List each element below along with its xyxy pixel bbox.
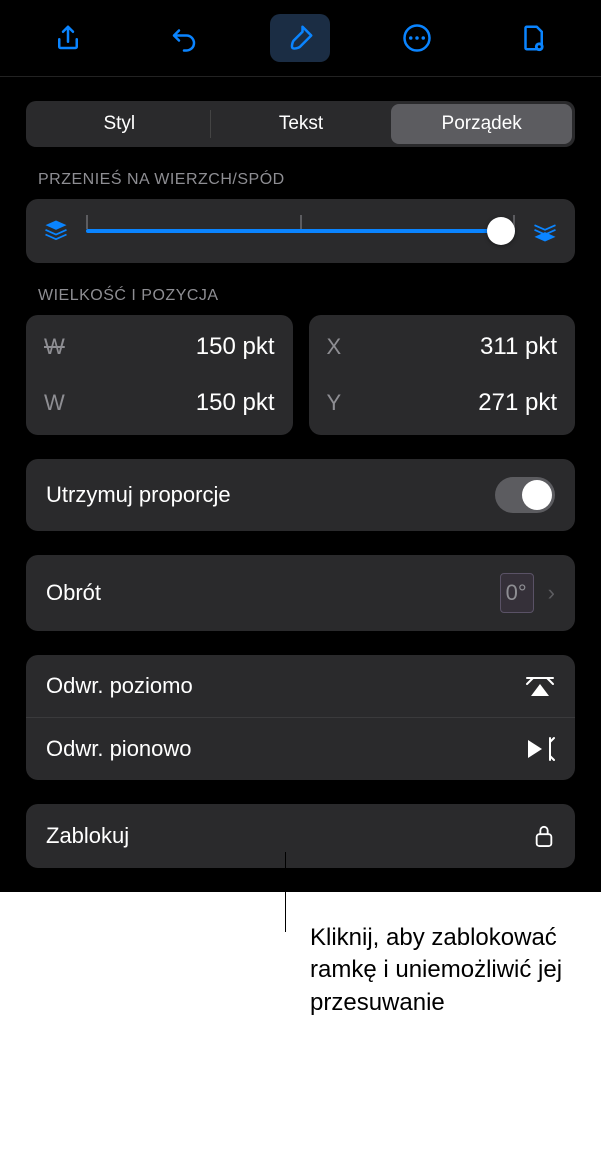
lock-label: Zablokuj [46, 823, 129, 849]
format-brush-button[interactable] [270, 14, 330, 62]
inspector-panel: Styl Tekst Porządek PRZENIEŚ NA WIERZCH/… [0, 0, 601, 892]
x-field[interactable]: X 311 pkt [309, 319, 576, 375]
y-label: Y [327, 390, 357, 416]
flip-vertical-row[interactable]: Odwr. pionowo [26, 717, 575, 780]
y-value: 271 pkt [478, 389, 557, 417]
height-value: 150 pkt [196, 389, 275, 417]
height-field[interactable]: W 150 pkt [26, 375, 293, 431]
layer-slider-panel [26, 199, 575, 263]
more-button[interactable] [387, 14, 447, 62]
tab-text[interactable]: Tekst [211, 104, 392, 144]
rotation-panel: Obrót 0° › [26, 555, 575, 631]
lock-icon [533, 822, 555, 850]
callout: Kliknij, aby zablokować ramkę i uniemożl… [0, 892, 601, 1059]
rotation-value: 0° [506, 580, 527, 606]
x-label: X [327, 334, 357, 360]
height-label: W [44, 390, 74, 416]
constrain-row[interactable]: Utrzymuj proporcje [26, 459, 575, 531]
flip-vertical-icon [525, 736, 555, 762]
share-button[interactable] [38, 14, 98, 62]
constrain-label: Utrzymuj proporcje [46, 482, 231, 508]
send-to-back-icon[interactable] [42, 217, 70, 245]
chevron-right-icon: › [548, 580, 555, 606]
flip-vertical-label: Odwr. pionowo [46, 736, 192, 762]
flip-panel: Odwr. poziomo Odwr. pionowo [26, 655, 575, 780]
flip-horizontal-label: Odwr. poziomo [46, 673, 193, 699]
format-tabs: Styl Tekst Porządek [26, 101, 575, 147]
section-label-layer: PRZENIEŚ NA WIERZCH/SPÓD [38, 171, 563, 189]
x-value: 311 pkt [480, 333, 557, 361]
y-field[interactable]: Y 271 pkt [309, 375, 576, 431]
position-column: X 311 pkt Y 271 pkt [309, 315, 576, 435]
toolbar [0, 0, 601, 77]
callout-text: Kliknij, aby zablokować ramkę i uniemożl… [310, 922, 571, 1019]
section-label-size-pos: WIELKOŚĆ I POZYCJA [38, 287, 563, 305]
rotation-label: Obrót [46, 580, 101, 606]
callout-line [285, 852, 286, 932]
lock-row[interactable]: Zablokuj [26, 804, 575, 868]
tab-arrange[interactable]: Porządek [391, 104, 572, 144]
rotation-row[interactable]: Obrót 0° › [26, 555, 575, 631]
layer-slider[interactable] [86, 219, 515, 243]
flip-horizontal-icon [525, 673, 555, 699]
undo-button[interactable] [154, 14, 214, 62]
flip-horizontal-row[interactable]: Odwr. poziomo [26, 655, 575, 717]
size-column: W 150 pkt W 150 pkt [26, 315, 293, 435]
bring-to-front-icon[interactable] [531, 217, 559, 245]
width-field[interactable]: W 150 pkt [26, 319, 293, 375]
size-position-grid: W 150 pkt W 150 pkt X 311 pkt Y 271 pkt [26, 315, 575, 435]
toggle-knob [522, 480, 552, 510]
constrain-toggle[interactable] [495, 477, 555, 513]
width-value: 150 pkt [196, 333, 275, 361]
width-label: W [44, 334, 74, 360]
constrain-panel: Utrzymuj proporcje [26, 459, 575, 531]
lock-panel: Zablokuj [26, 804, 575, 868]
document-view-button[interactable] [503, 14, 563, 62]
tab-style[interactable]: Styl [29, 104, 210, 144]
slider-thumb[interactable] [487, 217, 515, 245]
